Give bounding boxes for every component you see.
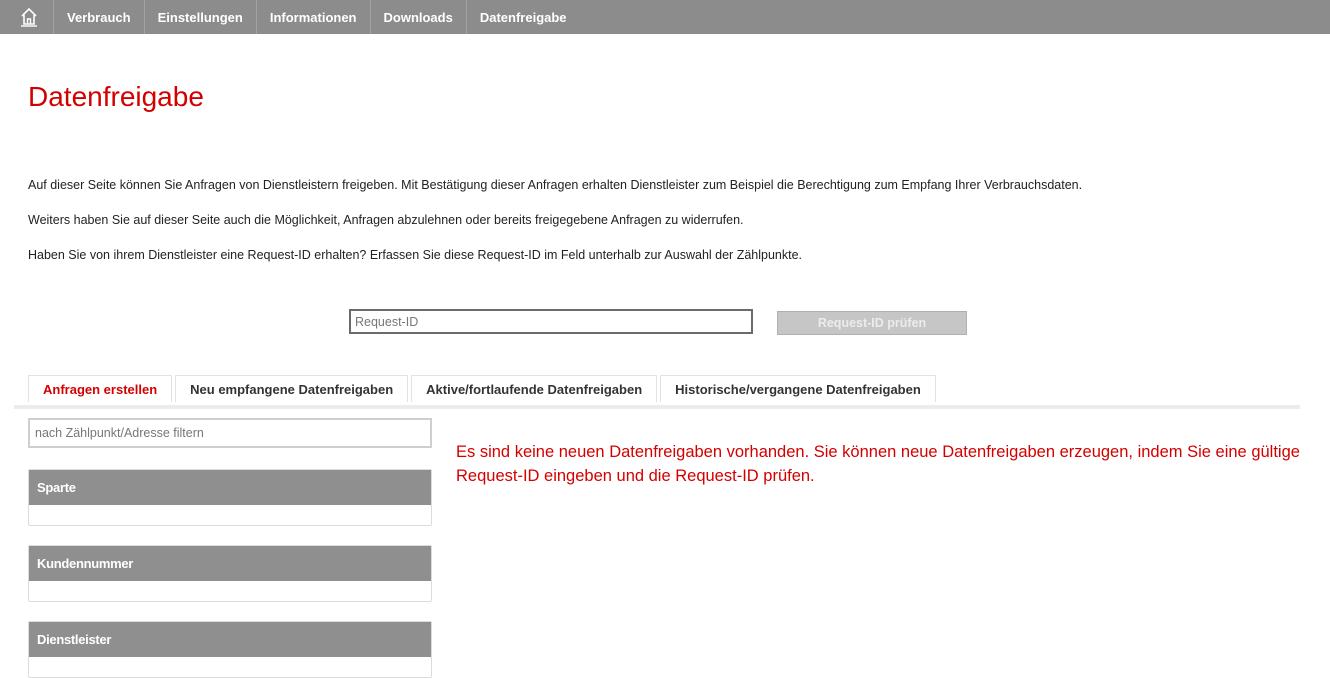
panel-header[interactable]: Dienstleister bbox=[29, 622, 431, 657]
home-link[interactable] bbox=[0, 0, 54, 34]
home-icon[interactable] bbox=[20, 7, 38, 27]
tab-historische-vergangene[interactable]: Historische/vergangene Datenfreigaben bbox=[660, 375, 936, 402]
nav-verbrauch[interactable]: Verbrauch bbox=[54, 0, 145, 34]
panel-body bbox=[29, 505, 431, 525]
intro-paragraph-3: Haben Sie von ihrem Dienstleister eine R… bbox=[28, 248, 803, 262]
panel-header[interactable]: Sparte bbox=[29, 470, 431, 505]
empty-state-message: Es sind keine neuen Datenfreigaben vorha… bbox=[456, 443, 1300, 485]
intro-paragraph-1: Auf dieser Seite können Sie Anfragen von… bbox=[28, 178, 1083, 192]
nav-informationen[interactable]: Informationen bbox=[257, 0, 371, 34]
panel-body bbox=[29, 581, 431, 601]
nav-einstellungen[interactable]: Einstellungen bbox=[145, 0, 257, 34]
top-navigation: Verbrauch Einstellungen Informationen Do… bbox=[0, 0, 1330, 34]
check-request-id-button[interactable]: Request-ID prüfen bbox=[777, 311, 967, 335]
tab-bar: Anfragen erstellen Neu empfangene Datenf… bbox=[28, 375, 939, 402]
intro-paragraph-2: Weiters haben Sie auf dieser Seite auch … bbox=[28, 213, 744, 227]
tab-aktive-fortlaufende[interactable]: Aktive/fortlaufende Datenfreigaben bbox=[411, 375, 658, 402]
page-title: Datenfreigabe bbox=[28, 81, 204, 112]
tab-anfragen-erstellen[interactable]: Anfragen erstellen bbox=[28, 375, 173, 402]
request-id-input[interactable] bbox=[349, 309, 753, 334]
panel-dienstleister[interactable]: Dienstleister bbox=[28, 621, 432, 678]
panel-body bbox=[29, 657, 431, 677]
tab-neu-empfangene[interactable]: Neu empfangene Datenfreigaben bbox=[175, 375, 409, 402]
filter-input[interactable] bbox=[28, 418, 432, 448]
nav-downloads[interactable]: Downloads bbox=[371, 0, 467, 34]
tab-divider bbox=[14, 405, 1300, 409]
panel-kundennummer[interactable]: Kundennummer bbox=[28, 545, 432, 602]
panel-header[interactable]: Kundennummer bbox=[29, 546, 431, 581]
panel-sparte[interactable]: Sparte bbox=[28, 469, 432, 526]
nav-datenfreigabe[interactable]: Datenfreigabe bbox=[467, 0, 580, 34]
